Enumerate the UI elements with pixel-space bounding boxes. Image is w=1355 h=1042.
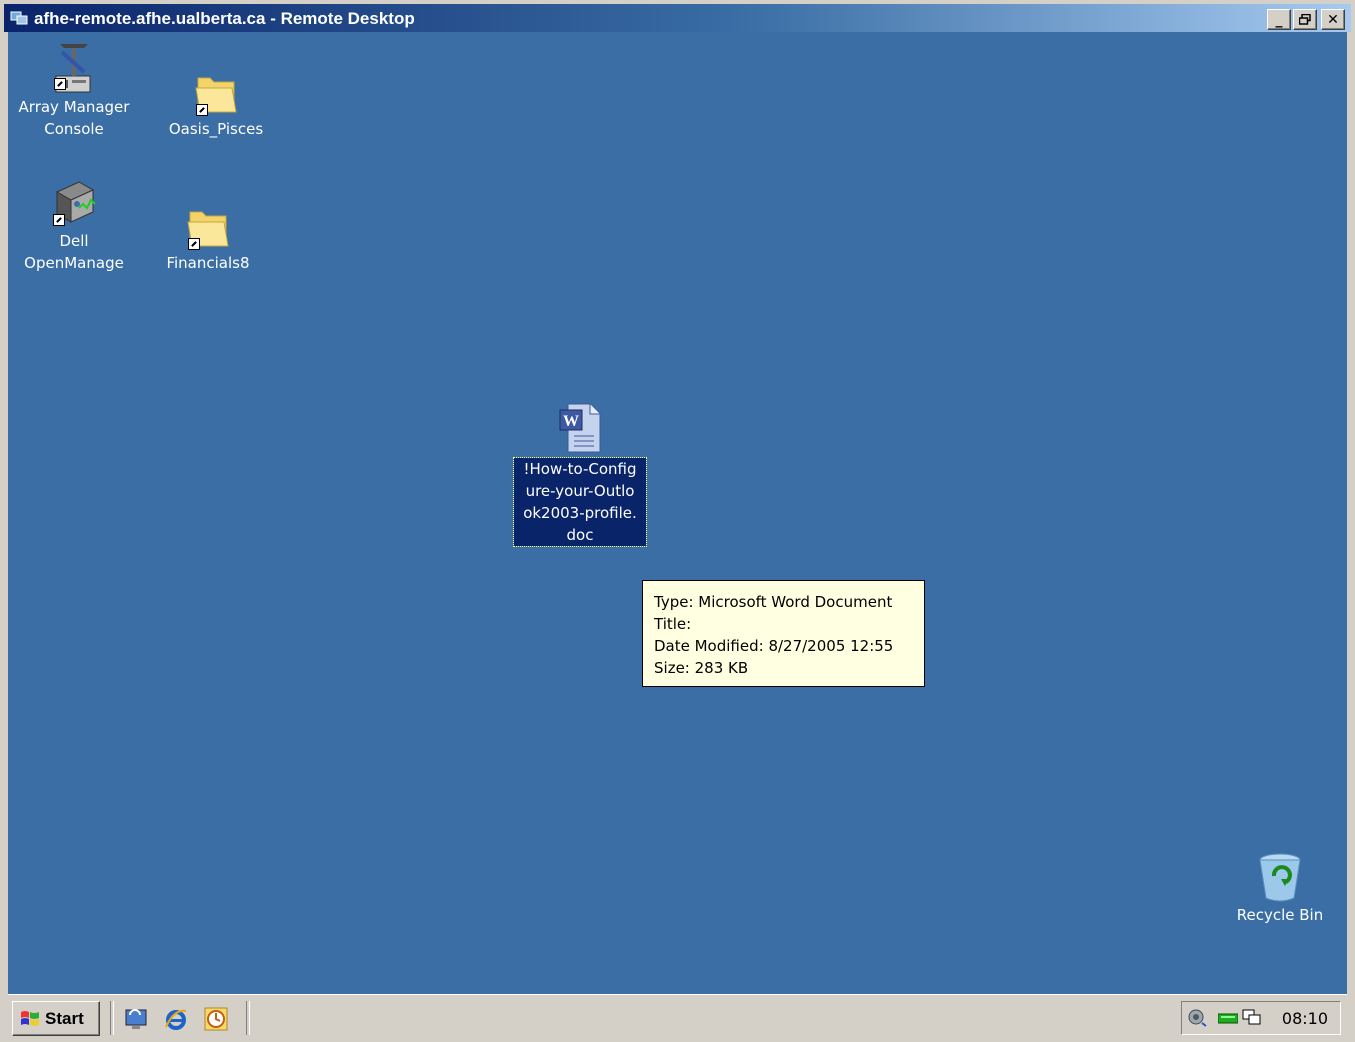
start-button[interactable]: Start [12, 1001, 100, 1036]
icon-label: Dell OpenManage [24, 232, 124, 272]
speaker-icon[interactable] [1188, 1009, 1208, 1027]
desktop-icon-array-manager[interactable]: Array Manager Console [10, 38, 138, 140]
svg-text:W: W [563, 413, 579, 430]
icon-label: Array Manager Console [18, 98, 130, 138]
icon-label: Recycle Bin [1236, 906, 1324, 924]
clock-app-icon[interactable] [204, 1007, 228, 1031]
desktop-icon-word-document[interactable]: W !How-to-Config ure-your-Outlo ok2003-p… [513, 400, 647, 547]
word-document-icon: W [559, 403, 601, 453]
restore-icon [1299, 14, 1311, 25]
shortcut-arrow-icon [53, 214, 65, 226]
monitor-icon[interactable] [1242, 1009, 1262, 1027]
internet-explorer-icon[interactable] [164, 1007, 188, 1031]
network-icon[interactable] [1218, 1009, 1238, 1027]
clock[interactable]: 08:10 [1282, 1009, 1328, 1028]
desktop[interactable]: Array Manager Console Oasis_Pisces Dell … [8, 32, 1347, 994]
icon-label: Oasis_Pisces [168, 120, 264, 138]
minimize-button[interactable]: _ [1267, 9, 1291, 30]
shortcut-arrow-icon [54, 78, 66, 90]
icon-label: !How-to-Config ure-your-Outlo ok2003-pro… [513, 457, 647, 547]
desktop-icon-oasis-pisces[interactable]: Oasis_Pisces [156, 68, 276, 140]
tooltip-title: Title: [654, 615, 692, 633]
shortcut-arrow-icon [196, 104, 208, 116]
shortcut-arrow-icon [188, 238, 200, 250]
system-tray: 08:10 [1181, 1001, 1341, 1035]
icon-label: Financials8 [166, 254, 250, 272]
taskbar: Start 08:10 [8, 994, 1347, 1042]
restore-button[interactable] [1293, 9, 1317, 30]
recycle-bin-icon [1259, 853, 1301, 902]
tooltip-size: Size: 283 KB [654, 659, 749, 677]
tooltip-type: Type: Microsoft Word Document [654, 593, 893, 611]
title-bar[interactable]: afhe-remote.afhe.ualberta.ca - Remote De… [4, 4, 1351, 32]
windows-logo-icon [21, 1010, 39, 1026]
file-info-tooltip: Type: Microsoft Word Document Title: Dat… [642, 580, 925, 687]
close-icon: ✕ [1327, 11, 1339, 28]
minimize-icon: _ [1275, 11, 1283, 28]
close-button[interactable]: ✕ [1321, 9, 1345, 30]
desktop-icon-dell-openmanage[interactable]: Dell OpenManage [10, 178, 138, 274]
tooltip-date-modified: Date Modified: 8/27/2005 12:55 [654, 637, 894, 655]
remote-desktop-icon [10, 11, 28, 25]
desktop-icon-financials8[interactable]: Financials8 [148, 202, 268, 274]
desktop-icon-recycle-bin[interactable]: Recycle Bin [1230, 850, 1330, 926]
start-label: Start [45, 1008, 84, 1028]
taskbar-separator [110, 1001, 114, 1035]
window-title: afhe-remote.afhe.ualberta.ca - Remote De… [34, 9, 415, 28]
remote-desktop-window: afhe-remote.afhe.ualberta.ca - Remote De… [0, 0, 1355, 1042]
desktop-icon[interactable] [124, 1007, 148, 1031]
taskbar-separator [246, 1001, 250, 1035]
